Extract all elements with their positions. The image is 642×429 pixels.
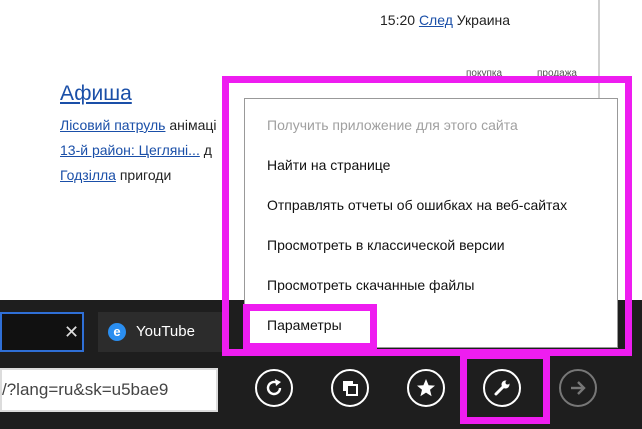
tabs-icon [343,381,358,396]
favorites-icon [417,379,435,397]
close-icon[interactable]: ✕ [64,322,79,343]
movie-genre: анімаці [165,117,217,133]
tab-label: YouTube [136,323,195,340]
movie-row: 13-й район: Цегляні... д [60,142,212,158]
movie-genre: пригоди [115,167,172,183]
refresh-button[interactable] [255,369,293,407]
afisha-heading[interactable]: Афиша [60,82,132,106]
highlight-options-box [243,304,377,350]
news-rest: Украина [452,12,511,28]
address-bar[interactable]: /?lang=ru&sk=u5bae9 [0,368,218,412]
favorites-button[interactable] [407,369,445,407]
highlight-tools-box [460,352,550,424]
tabs-button[interactable] [331,369,369,407]
address-input[interactable]: /?lang=ru&sk=u5bae9 [2,380,168,400]
movie-link[interactable]: Лісовий патруль [60,117,165,133]
news-link[interactable]: След [419,12,453,28]
movie-link[interactable]: 13-й район: Цегляні... [60,142,200,158]
ie-icon: e [108,323,126,341]
movie-row: Годзілла пригоди [60,167,171,183]
news-time: 15:20 [380,12,416,28]
tab-youtube[interactable]: e YouTube [98,312,228,352]
movie-row: Лісовий патруль анімаці [60,117,217,133]
forward-button[interactable] [559,369,597,407]
forward-icon [571,381,586,395]
refresh-icon [266,379,282,396]
movie-genre: д [199,142,212,158]
movie-link[interactable]: Годзілла [60,167,116,183]
news-item: 15:20 След Украина [380,12,510,28]
tab-current[interactable]: ✕ [0,312,84,352]
